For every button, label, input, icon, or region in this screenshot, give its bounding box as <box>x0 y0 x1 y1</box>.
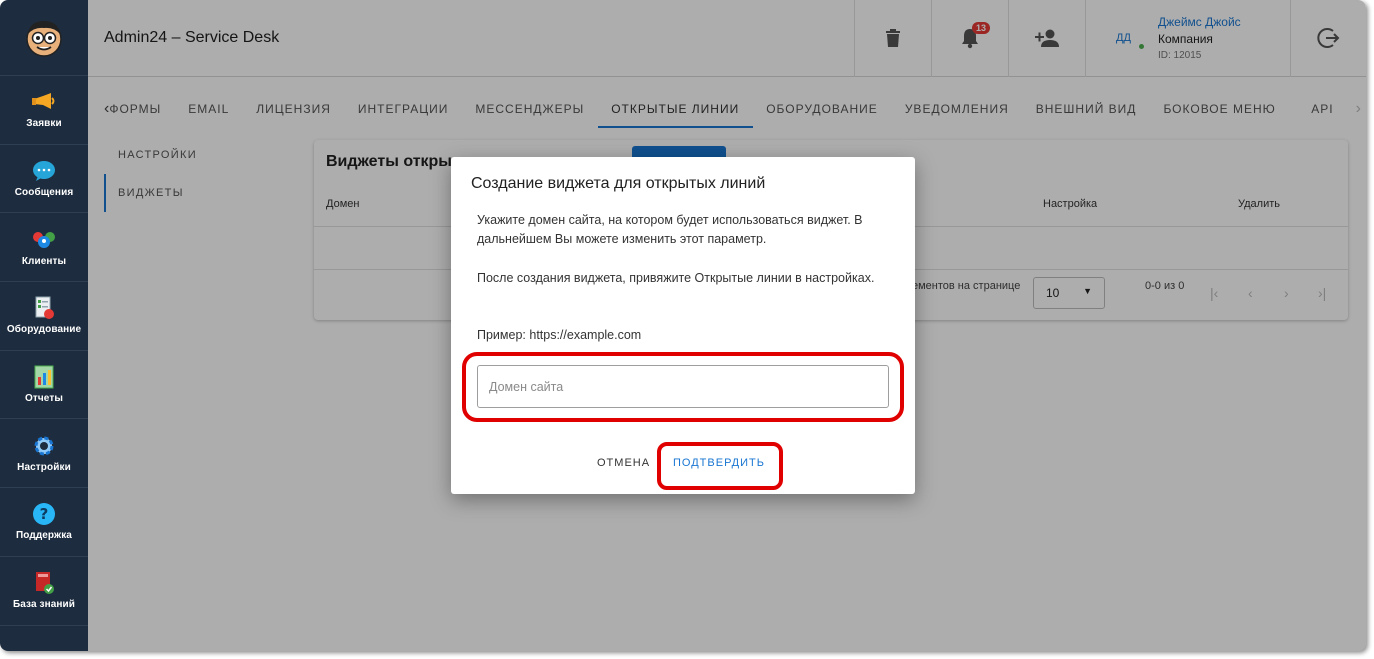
avatar-logo-icon <box>26 20 62 57</box>
create-widget-dialog: Создание виджета для открытых линий Укаж… <box>451 157 915 494</box>
dialog-title: Создание виджета для открытых линий <box>471 175 766 192</box>
sidebar-item-equipment[interactable]: Оборудование <box>0 282 88 351</box>
sidebar-item-knowledge-base[interactable]: База знаний <box>0 557 88 626</box>
sidebar: Заявки Сообщения Клиенты Оборудование От <box>0 0 88 651</box>
sidebar-item-label: Отчеты <box>25 393 63 405</box>
confirm-button[interactable]: ПОДТВЕРДИТЬ <box>673 457 765 469</box>
app-logo[interactable] <box>0 0 88 76</box>
sidebar-item-messages[interactable]: Сообщения <box>0 145 88 214</box>
sidebar-item-label: Поддержка <box>16 530 72 542</box>
sidebar-item-label: База знаний <box>12 599 76 611</box>
sidebar-item-reports[interactable]: Отчеты <box>0 351 88 420</box>
dialog-hint: После создания виджета, привяжите Открыт… <box>477 271 875 285</box>
sidebar-item-label: Клиенты <box>21 255 67 267</box>
report-icon <box>31 365 57 389</box>
people-icon <box>31 228 57 252</box>
sidebar-item-settings[interactable]: Настройки <box>0 419 88 489</box>
app-window: Заявки Сообщения Клиенты Оборудование От <box>0 0 1366 651</box>
svg-text:?: ? <box>40 505 49 523</box>
sidebar-item-label: Заявки <box>26 118 62 130</box>
sidebar-item-label: Оборудование <box>6 324 82 336</box>
dialog-example: Пример: https://example.com <box>477 328 642 342</box>
sidebar-item-label: Сообщения <box>14 187 74 199</box>
equipment-icon <box>31 296 57 320</box>
megaphone-icon <box>31 90 57 114</box>
book-icon <box>31 571 57 595</box>
domain-input[interactable] <box>477 365 889 408</box>
chat-bubble-icon <box>31 159 57 183</box>
sidebar-item-clients[interactable]: Клиенты <box>0 213 88 283</box>
sidebar-item-label: Настройки <box>17 461 71 473</box>
help-icon: ? <box>31 502 57 526</box>
gear-icon <box>31 434 57 458</box>
dialog-description: Укажите домен сайта, на котором будет ис… <box>477 213 863 246</box>
cancel-button[interactable]: ОТМЕНА <box>597 457 650 469</box>
sidebar-item-support[interactable]: ? Поддержка <box>0 488 88 557</box>
sidebar-item-tickets[interactable]: Заявки <box>0 76 88 145</box>
